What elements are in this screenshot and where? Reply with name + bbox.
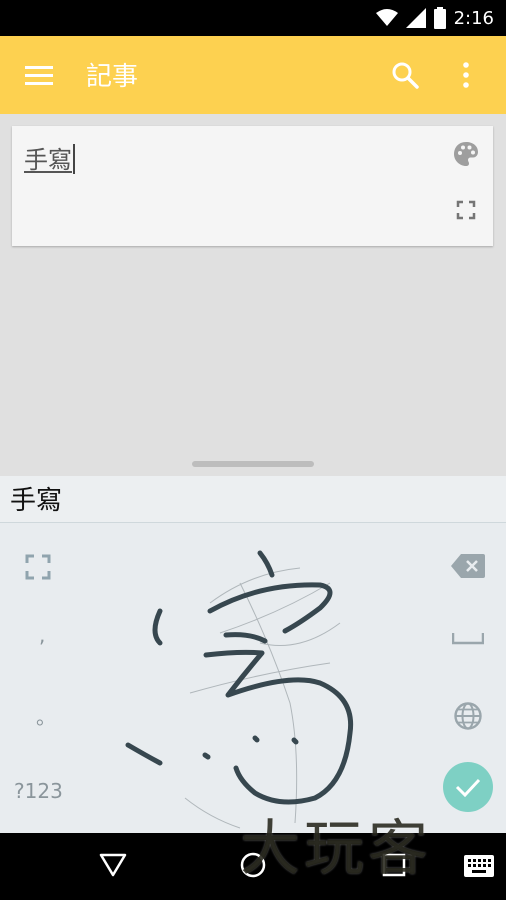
globe-icon[interactable] (453, 701, 483, 731)
app-bar: 記事 (0, 36, 506, 114)
expand-keyboard-icon[interactable] (25, 554, 51, 580)
note-text-field[interactable]: 手寫 (24, 140, 75, 175)
back-icon[interactable] (98, 849, 128, 879)
handwriting-ink (125, 550, 354, 829)
text-cursor (73, 144, 75, 174)
more-vert-icon[interactable] (458, 60, 474, 90)
suggestion-candidate[interactable]: 手寫 (10, 480, 62, 517)
confirm-button[interactable] (443, 762, 493, 812)
note-card[interactable]: 手寫 (12, 126, 493, 246)
backspace-icon[interactable] (451, 554, 485, 578)
note-text: 手寫 (24, 146, 72, 174)
battery-icon (433, 7, 446, 29)
comma-key[interactable]: , (39, 623, 45, 647)
status-icons: 2:16 (375, 0, 494, 36)
palette-icon[interactable] (452, 140, 480, 168)
keyboard-switch-icon[interactable] (464, 855, 494, 877)
menu-icon[interactable] (24, 62, 54, 88)
keyboard-drag-handle[interactable] (192, 461, 314, 467)
check-icon (455, 778, 481, 797)
symbols-key[interactable]: ?123 (14, 779, 63, 803)
status-bar: 2:16 (0, 0, 506, 36)
app-title: 記事 (86, 62, 139, 92)
wifi-icon (375, 9, 398, 26)
handwriting-keyboard[interactable]: , 。 ?123 (0, 523, 506, 833)
space-bar-icon[interactable] (452, 631, 484, 645)
watermark: 大玩客 (240, 814, 432, 884)
suggestion-bar: 手寫 (0, 476, 506, 523)
fullscreen-icon[interactable] (456, 200, 476, 220)
cell-signal-icon (405, 8, 426, 28)
period-key[interactable]: 。 (36, 701, 56, 730)
notes-area: 手寫 (0, 114, 506, 464)
search-icon[interactable] (390, 60, 420, 90)
status-time: 2:16 (453, 7, 494, 29)
